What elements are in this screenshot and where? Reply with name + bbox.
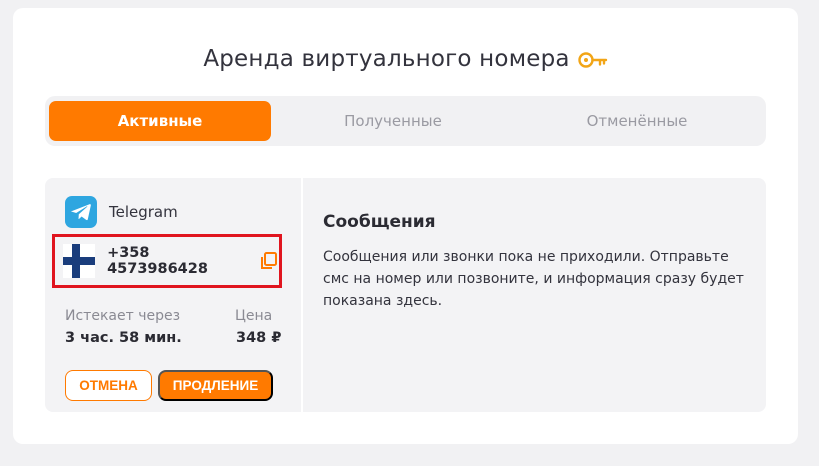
price-label: Цена: [235, 308, 273, 324]
cancel-button[interactable]: ОТМЕНА: [65, 370, 152, 401]
service-name: Telegram: [109, 203, 178, 221]
messages-panel: Сообщения Сообщения или звонки пока не п…: [303, 178, 766, 412]
tab-cancelled[interactable]: Отменённые: [515, 101, 759, 141]
telegram-icon: [65, 196, 97, 228]
tabs-bar: Активные Полученные Отменённые: [45, 96, 766, 146]
extend-button[interactable]: ПРОДЛЕНИЕ: [158, 370, 273, 401]
tab-received[interactable]: Полученные: [271, 101, 515, 141]
page-title: Аренда виртуального номера: [203, 46, 570, 72]
messages-title: Сообщения: [323, 212, 436, 232]
expires-value: 3 час. 58 мин.: [65, 330, 182, 346]
copy-icon[interactable]: [259, 251, 279, 271]
expires-label: Истекает через: [65, 308, 181, 324]
key-icon: [577, 51, 608, 69]
rental-info: Telegram +358 4573986428 Истекает через …: [45, 178, 303, 412]
title-row: Аренда виртуального номера: [13, 46, 798, 72]
phone-number: +358 4573986428: [107, 245, 208, 277]
price-value: 348 ₽: [236, 330, 282, 346]
rental-panel: Telegram +358 4573986428 Истекает через …: [45, 178, 766, 412]
rental-card: Аренда виртуального номера Активные Полу…: [13, 8, 798, 444]
phone-number-box: +358 4573986428: [52, 234, 282, 288]
finland-flag-icon: [63, 244, 96, 278]
service-row: Telegram: [65, 196, 178, 228]
tab-active[interactable]: Активные: [49, 101, 271, 141]
messages-empty-text: Сообщения или звонки пока не приходили. …: [323, 249, 744, 309]
